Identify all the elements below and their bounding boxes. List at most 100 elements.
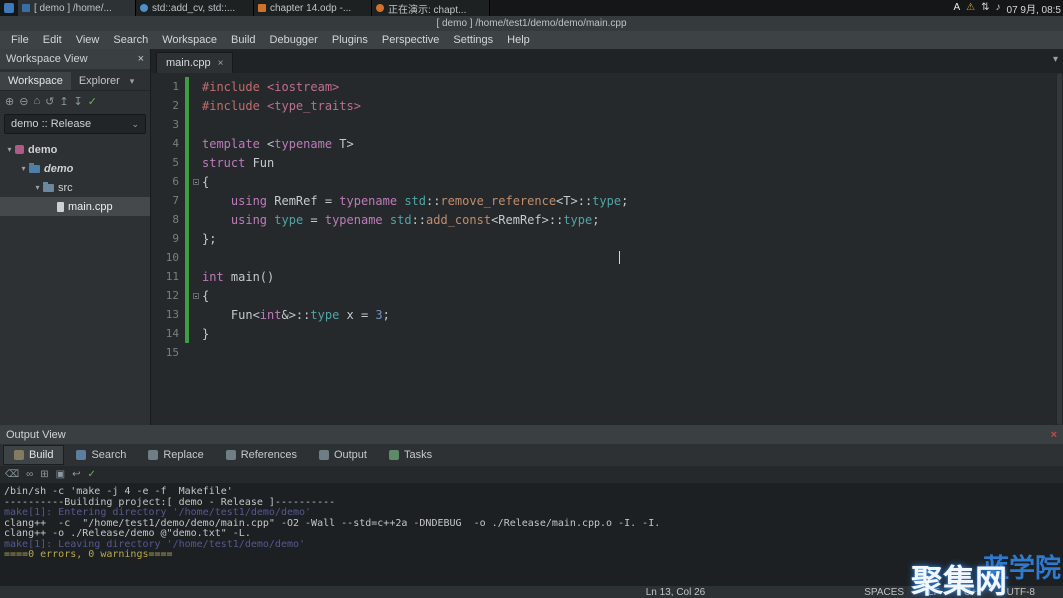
chevron-down-icon[interactable]: ▾ xyxy=(130,76,135,90)
collapse-all-icon[interactable]: ⊖ xyxy=(19,95,28,108)
language-mode[interactable]: C++ xyxy=(964,587,983,598)
code-text: { xyxy=(202,289,209,303)
menu-plugins[interactable]: Plugins xyxy=(325,34,375,46)
editor-line[interactable]: 9}; xyxy=(151,229,1063,248)
close-icon[interactable]: × xyxy=(1051,429,1057,441)
word-wrap-icon[interactable]: ↩ xyxy=(72,469,80,480)
menu-edit[interactable]: Edit xyxy=(36,34,69,46)
editor-line[interactable]: 11int main() xyxy=(151,267,1063,286)
close-icon[interactable]: × xyxy=(138,53,144,65)
editor-line[interactable]: 6{ xyxy=(151,172,1063,191)
fold-marker-icon[interactable] xyxy=(189,293,202,299)
network-icon[interactable]: ⇅ xyxy=(981,3,989,13)
app-launcher-button[interactable] xyxy=(0,0,18,16)
editor-line[interactable]: 5struct Fun xyxy=(151,153,1063,172)
taskbar-window-button[interactable]: 正在演示: chapt... xyxy=(372,0,490,16)
chevron-expanded-icon[interactable]: ▾ xyxy=(4,145,15,154)
editor-line[interactable]: 12 { xyxy=(151,286,1063,305)
save-build-log-icon[interactable]: ▣ xyxy=(56,469,65,480)
volume-icon[interactable]: ♪ xyxy=(996,3,1001,13)
tab-workspace[interactable]: Workspace xyxy=(0,72,71,90)
editor-tab-main-cpp[interactable]: main.cpp× xyxy=(156,52,233,73)
menu-search[interactable]: Search xyxy=(106,34,155,46)
editor-vertical-scrollbar[interactable] xyxy=(1056,73,1063,425)
editor-line[interactable]: 2#include <type_traits> xyxy=(151,96,1063,115)
pin-workspace-icon[interactable]: ↧ xyxy=(74,95,83,108)
tab-explorer[interactable]: Explorer xyxy=(71,72,128,90)
menu-build[interactable]: Build xyxy=(224,34,262,46)
chevron-expanded-icon[interactable]: ▾ xyxy=(32,183,43,192)
tab-build[interactable]: Build xyxy=(3,445,64,465)
editor-line[interactable]: 4template <typename T> xyxy=(151,134,1063,153)
fold-marker-icon[interactable] xyxy=(189,179,202,185)
line-number: 8 xyxy=(151,213,183,226)
change-marker xyxy=(185,248,189,267)
tab-output[interactable]: Output xyxy=(309,445,377,465)
code-text: using type = typename std::add_const<Rem… xyxy=(202,213,599,227)
code-text: template <typename T> xyxy=(202,137,354,151)
build-log-line[interactable]: /bin/sh -c 'make -j 4 -e -f Makefile' xyxy=(4,487,1059,498)
build-toolbar: ⌫ ∞ ⊞ ▣ ↩ ✓ xyxy=(0,466,1063,483)
editor-line[interactable]: 8 using type = typename std::add_const<R… xyxy=(151,210,1063,229)
menu-help[interactable]: Help xyxy=(500,34,537,46)
editor-line[interactable]: 15 xyxy=(151,343,1063,362)
whitespace-mode[interactable]: SPACES xyxy=(864,587,904,598)
tree-item-demo[interactable]: ▾demo xyxy=(0,159,150,178)
close-icon[interactable]: × xyxy=(218,58,224,69)
link-icon[interactable]: ∞ xyxy=(26,469,33,480)
editor-line[interactable]: 10 xyxy=(151,248,1063,267)
menu-perspective[interactable]: Perspective xyxy=(375,34,446,46)
menu-settings[interactable]: Settings xyxy=(446,34,500,46)
refresh-icon[interactable]: ↺ xyxy=(45,95,54,108)
taskbar-window-button[interactable]: std::add_cv, std::... xyxy=(136,0,254,16)
warning-icon[interactable]: ⚠ xyxy=(966,3,975,13)
tree-item-src[interactable]: ▾src xyxy=(0,178,150,197)
output-view-title: Output View xyxy=(6,429,66,441)
hold-on-error-icon[interactable]: ⊞ xyxy=(40,469,48,480)
tab-tasks[interactable]: Tasks xyxy=(379,445,442,465)
home-icon[interactable]: ⌂ xyxy=(33,95,40,107)
tab-search[interactable]: Search xyxy=(66,445,136,465)
hammer-icon xyxy=(14,450,24,460)
taskbar-window-button[interactable]: [ demo ] /home/... xyxy=(18,0,136,16)
editor-line[interactable]: 1#include <iostream> xyxy=(151,77,1063,96)
chevron-expanded-icon[interactable]: ▾ xyxy=(18,164,29,173)
editor-lines: 1#include <iostream>2#include <type_trai… xyxy=(151,73,1063,362)
change-marker xyxy=(185,96,189,115)
line-number: 12 xyxy=(151,289,183,302)
encoding[interactable]: UTF-8 xyxy=(1007,587,1035,598)
goto-active-editor-icon[interactable]: ↥ xyxy=(59,95,68,108)
output-icon xyxy=(319,450,329,460)
tree-item-main-cpp[interactable]: main.cpp xyxy=(0,197,150,216)
editor-line[interactable]: 13 Fun<int&>::type x = 3; xyxy=(151,305,1063,324)
tab-overflow-chevron-icon[interactable]: ▾ xyxy=(1053,54,1058,65)
build-log-line[interactable]: clang++ -o ./Release/demo @"demo.txt" -L… xyxy=(4,529,1059,540)
taskbar-window-list: [ demo ] /home/...std::add_cv, std::...c… xyxy=(18,0,490,16)
menu-view[interactable]: View xyxy=(69,34,107,46)
system-tray: A ⚠ ⇅ ♪ xyxy=(949,0,1004,16)
menu-file[interactable]: File xyxy=(4,34,36,46)
build-log-line[interactable]: ====0 errors, 0 warnings==== xyxy=(4,550,1059,561)
menu-workspace[interactable]: Workspace xyxy=(155,34,224,46)
build-active-project-icon[interactable]: ✓ xyxy=(88,95,97,108)
tab-replace[interactable]: Replace xyxy=(138,445,213,465)
editor-body[interactable]: 1#include <iostream>2#include <type_trai… xyxy=(151,73,1063,425)
code-text: struct Fun xyxy=(202,156,274,170)
code-text: int main() xyxy=(202,270,274,284)
link-editor-icon[interactable]: ⊕ xyxy=(5,95,14,108)
keyboard-layout-icon[interactable]: A xyxy=(953,3,960,13)
eol-mode[interactable]: LF xyxy=(928,587,940,598)
tab-references[interactable]: References xyxy=(216,445,307,465)
clear-output-icon[interactable]: ⌫ xyxy=(5,469,19,480)
tree-item-demo[interactable]: ▾demo xyxy=(0,140,150,159)
build-config-select[interactable]: demo :: Release ⌄ xyxy=(4,114,146,134)
editor-line[interactable]: 7 using RemRef = typename std::remove_re… xyxy=(151,191,1063,210)
editor-line[interactable]: 3 xyxy=(151,115,1063,134)
menu-debugger[interactable]: Debugger xyxy=(263,34,325,46)
scroll-to-end-icon[interactable]: ✓ xyxy=(88,469,96,480)
taskbar-window-button[interactable]: chapter 14.odp -... xyxy=(254,0,372,16)
build-log-line[interactable]: make[1]: Entering directory '/home/test1… xyxy=(4,508,1059,519)
clock[interactable]: 07 9月, 08:5 xyxy=(1005,0,1063,16)
scrollbar-thumb[interactable] xyxy=(1057,73,1062,425)
editor-line[interactable]: 14} xyxy=(151,324,1063,343)
